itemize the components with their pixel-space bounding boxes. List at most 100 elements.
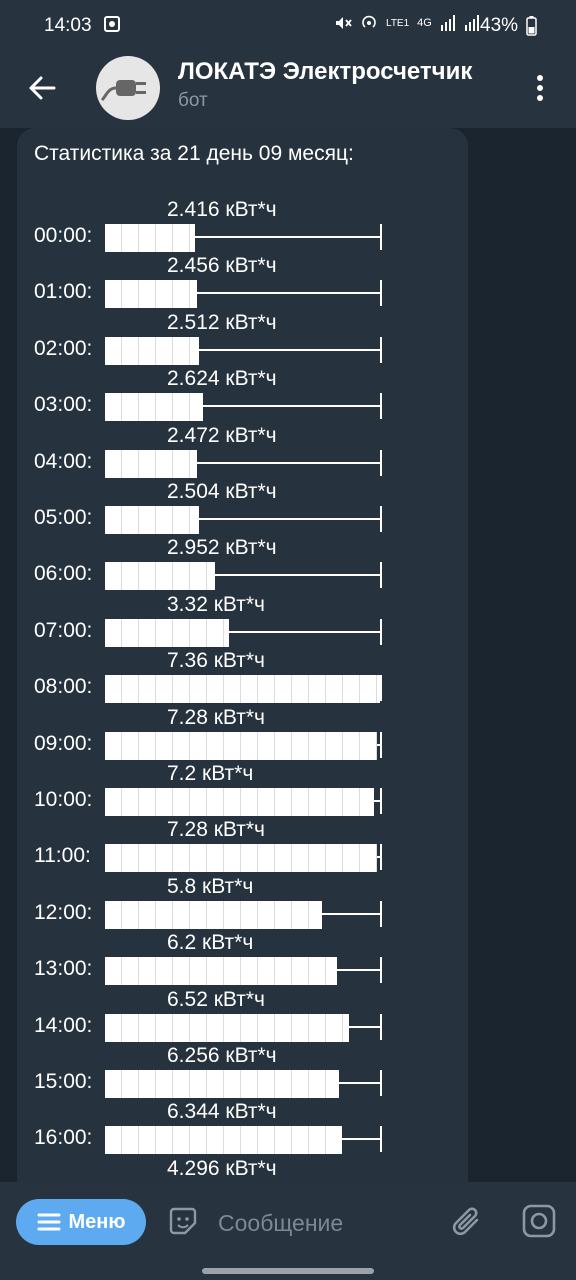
paperclip-icon[interactable]	[450, 1202, 486, 1242]
stats-row: 7.28 кВт*ч 11:00:	[17, 818, 468, 874]
stats-value: 6.256 кВт*ч	[167, 1044, 277, 1067]
menu-lines-icon	[37, 1213, 61, 1231]
stats-value: 2.624 кВт*ч	[167, 367, 277, 391]
input-bar: Меню	[0, 1182, 576, 1266]
stats-value: 3.32 кВт*ч	[167, 592, 265, 616]
stats-value: 2.416 кВт*ч	[167, 198, 277, 221]
stats-value: 2.512 кВт*ч	[167, 310, 277, 334]
stats-row: 2.952 кВт*ч 06:00:	[17, 536, 468, 592]
bar-end-tick	[380, 1013, 382, 1040]
bar-end-tick	[380, 562, 382, 589]
signal-icon	[440, 15, 455, 31]
avatar[interactable]	[96, 56, 160, 120]
bar-fill	[105, 336, 199, 365]
chat-subtitle: бот	[178, 90, 208, 111]
chat-header: ЛОКАТЭ Электросчетчик бот	[0, 52, 576, 128]
message-bubble[interactable]: Статистика за 21 день 09 месяц: 2.416 кВ…	[17, 128, 468, 1182]
status-time: 14:03	[44, 15, 92, 36]
chat-title[interactable]: ЛОКАТЭ Электросчетчик	[178, 58, 508, 86]
stats-value: 7.28 кВт*ч	[167, 705, 265, 729]
message-title: Статистика за 21 день 09 месяц:	[34, 142, 354, 165]
stats-time: 05:00:	[34, 506, 93, 529]
stats-value: 7.28 кВт*ч	[167, 818, 265, 842]
stats-time: 03:00:	[34, 393, 93, 417]
hotspot-icon	[362, 15, 376, 28]
mute-icon	[336, 17, 352, 29]
stats-value: 6.344 кВт*ч	[167, 1100, 277, 1124]
status-icons: LTE1 4G	[334, 14, 480, 32]
stats-value: 7.2 кВт*ч	[167, 762, 254, 785]
stats-value: 2.952 кВт*ч	[167, 536, 277, 560]
stats-value: 6.2 кВт*ч	[167, 931, 254, 955]
stats-row: 2.472 кВт*ч 04:00:	[17, 424, 468, 480]
bar-end-tick	[380, 844, 382, 871]
bar-fill	[105, 900, 322, 929]
stats-time: 02:00:	[34, 336, 93, 360]
bar-fill	[105, 1070, 339, 1098]
stats-time: 00:00:	[34, 224, 93, 247]
stats-time: 07:00:	[34, 618, 93, 642]
stats-time: 01:00:	[34, 280, 93, 304]
bar-end-tick	[380, 449, 382, 476]
bar-end-tick	[380, 957, 382, 984]
stats-value: 2.504 кВт*ч	[167, 480, 277, 503]
stats-row: 7.28 кВт*ч 09:00:	[17, 706, 468, 762]
bar-end-tick	[380, 224, 382, 250]
stats-time: 04:00:	[34, 449, 93, 473]
stats-row: 2.416 кВт*ч 00:00:	[17, 198, 468, 254]
stats-time: 09:00:	[34, 731, 93, 755]
stats-value: 2.472 кВт*ч	[167, 423, 277, 447]
bar-fill	[105, 224, 195, 252]
network-label: LTE1	[386, 17, 410, 29]
menu-button[interactable]: Меню	[16, 1199, 146, 1245]
stats-time: 14:00:	[34, 1013, 93, 1037]
more-vert-icon[interactable]	[528, 70, 552, 106]
bar-end-tick	[380, 1126, 382, 1153]
bar-fill	[105, 393, 203, 422]
signal-icon-2	[464, 15, 479, 31]
notification-icon	[104, 16, 120, 32]
back-arrow-icon[interactable]	[24, 70, 60, 106]
bar-fill	[105, 675, 380, 704]
bar-fill	[105, 1013, 349, 1042]
stats-row: 4.296 кВт*ч	[17, 1157, 468, 1182]
bar-fill	[105, 449, 197, 478]
camera-icon[interactable]	[520, 1202, 558, 1240]
stats-value: 2.456 кВт*ч	[167, 254, 277, 278]
menu-label: Меню	[68, 1210, 126, 1233]
message-input[interactable]	[216, 1202, 440, 1244]
stats-time: 06:00:	[34, 562, 93, 586]
bar-fill	[105, 788, 374, 816]
bar-end-tick	[380, 506, 382, 532]
bar-fill	[105, 562, 215, 591]
stats-time: 12:00:	[34, 900, 93, 924]
bar-fill	[105, 280, 197, 309]
stats-value: 5.8 кВт*ч	[167, 874, 254, 898]
stats-value: 4.296 кВт*ч	[167, 1156, 277, 1180]
bar-end-tick	[380, 731, 382, 758]
bar-end-tick	[380, 1070, 382, 1096]
stats-time: 16:00:	[34, 1126, 93, 1150]
stats-time: 13:00:	[34, 957, 93, 981]
bar-end-tick	[380, 618, 382, 645]
stats-time: 08:00:	[34, 675, 93, 699]
bar-fill	[105, 957, 337, 986]
stats-row: 5.8 кВт*ч 12:00:	[17, 875, 468, 931]
stats-time: 15:00:	[34, 1070, 93, 1093]
bar-end-tick	[380, 280, 382, 307]
stats-value: 6.52 кВт*ч	[167, 987, 265, 1011]
stats-row: 6.256 кВт*ч 15:00:	[17, 1044, 468, 1100]
home-handle[interactable]	[202, 1268, 374, 1274]
stats-row: 6.52 кВт*ч 14:00:	[17, 988, 468, 1044]
bar-fill	[105, 618, 229, 647]
stats-row: 7.36 кВт*ч 08:00:	[17, 649, 468, 705]
bar-fill	[105, 506, 199, 534]
bar-fill	[105, 731, 377, 760]
stats-time: 11:00:	[34, 844, 91, 868]
stats-row: 2.456 кВт*ч 01:00:	[17, 254, 468, 310]
bar-end-tick	[380, 336, 382, 363]
battery-icon	[526, 16, 537, 36]
network-gen-label: 4G	[417, 17, 432, 29]
sticker-icon[interactable]	[166, 1204, 200, 1238]
chat-area[interactable]: Статистика за 21 день 09 месяц: 2.416 кВ…	[0, 128, 576, 1182]
